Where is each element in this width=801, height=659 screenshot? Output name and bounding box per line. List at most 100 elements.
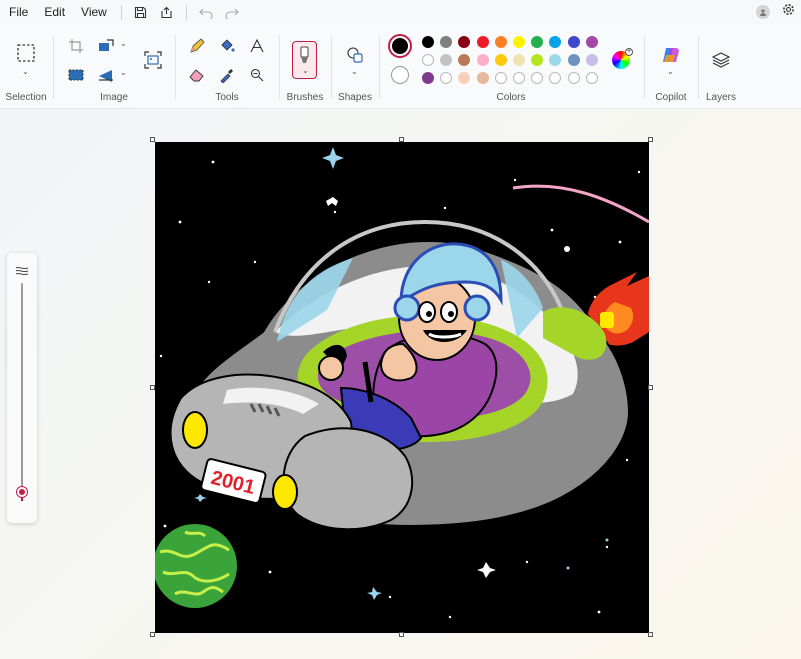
chevron-down-icon[interactable]: ⌄ [120, 39, 127, 48]
image-generator-icon[interactable] [141, 48, 165, 72]
color-swatch[interactable] [440, 54, 453, 66]
color-swatch[interactable] [494, 72, 507, 84]
drawing-canvas[interactable]: 2001 [155, 142, 649, 633]
menu-bar: File Edit View [0, 0, 801, 25]
sparkle [322, 147, 344, 169]
resize-handle[interactable] [399, 632, 404, 637]
redo-icon[interactable] [219, 0, 245, 25]
brush-size-panel [7, 253, 37, 523]
color-swatch[interactable] [549, 72, 562, 84]
copilot-label: Copilot [655, 92, 687, 103]
color-swatch[interactable] [549, 54, 562, 66]
eraser-icon[interactable] [185, 63, 209, 87]
shapes-icon[interactable] [343, 43, 367, 67]
chevron-down-icon[interactable]: ⌄ [351, 67, 358, 76]
color-swatch[interactable] [531, 36, 544, 48]
color-swatch[interactable] [476, 36, 489, 48]
secondary-color-button[interactable] [391, 66, 409, 84]
primary-color-button[interactable] [388, 34, 412, 58]
brush-size-icon [15, 263, 29, 281]
menu-separator [185, 5, 187, 20]
color-swatch[interactable] [422, 36, 434, 48]
color-picker-icon[interactable] [215, 63, 239, 87]
color-swatch[interactable] [567, 72, 580, 84]
color-swatch[interactable] [585, 36, 598, 48]
text-icon[interactable] [245, 34, 269, 58]
color-swatch[interactable] [531, 54, 544, 66]
resize-handle[interactable] [399, 137, 404, 142]
fill-bucket-icon[interactable] [215, 34, 239, 58]
resize-handle[interactable] [648, 137, 653, 142]
layers-icon[interactable] [709, 48, 733, 72]
ribbon-toolbar: ⌄ Selection ⌄ ⌄ Image Tools ⌄ Brushes ⌄ … [0, 25, 801, 109]
resize-icon[interactable] [94, 34, 118, 58]
color-swatch[interactable] [567, 54, 580, 66]
color-swatch[interactable] [494, 36, 507, 48]
color-swatch[interactable] [549, 36, 562, 48]
resize-handle[interactable] [150, 632, 155, 637]
color-swatch[interactable] [440, 72, 453, 84]
menu-edit[interactable]: Edit [36, 0, 73, 25]
resize-handle[interactable] [150, 385, 155, 390]
menu-file[interactable]: File [1, 0, 36, 25]
magnifier-icon[interactable] [245, 63, 269, 87]
plus-icon: + [625, 48, 633, 56]
select-rectangle-icon[interactable] [14, 41, 38, 65]
save-icon[interactable] [128, 0, 154, 25]
tools-group: Tools [176, 25, 278, 109]
brush-selector-button[interactable]: ⌄ [292, 41, 317, 79]
primary-color-swatch [392, 38, 408, 54]
color-swatch[interactable] [476, 72, 489, 84]
chevron-down-icon[interactable]: ⌄ [22, 67, 29, 76]
sparkle [477, 562, 496, 578]
color-swatch[interactable] [458, 36, 471, 48]
color-swatch[interactable] [513, 36, 525, 48]
color-swatch[interactable] [440, 36, 453, 48]
color-swatch[interactable] [585, 72, 598, 84]
gear-icon[interactable] [782, 3, 795, 21]
image-group: ⌄ ⌄ Image [54, 25, 174, 109]
crop-icon[interactable] [64, 34, 88, 58]
selection-group: ⌄ Selection [0, 25, 52, 109]
color-swatch[interactable] [531, 72, 544, 84]
resize-handle[interactable] [648, 385, 653, 390]
brush-size-thumb[interactable] [17, 487, 27, 498]
planet [155, 524, 237, 608]
image-select-icon[interactable] [64, 63, 88, 87]
menu-separator [120, 5, 122, 20]
resize-handle[interactable] [648, 632, 653, 637]
color-swatch[interactable] [422, 72, 434, 84]
color-swatch[interactable] [458, 54, 471, 66]
color-swatch[interactable] [494, 54, 507, 66]
brush-size-track[interactable] [21, 283, 23, 501]
edit-colors-button[interactable]: + [612, 48, 633, 69]
color-swatch[interactable] [458, 72, 471, 84]
rotate-icon[interactable] [94, 63, 118, 87]
resize-handle[interactable] [150, 137, 155, 142]
chevron-down-icon[interactable]: ⌄ [120, 68, 127, 77]
color-swatch[interactable] [567, 36, 580, 48]
layers-label: Layers [705, 92, 736, 103]
copilot-icon[interactable] [659, 43, 683, 67]
share-icon[interactable] [154, 0, 180, 25]
color-swatch[interactable] [513, 72, 525, 84]
tools-label: Tools [215, 92, 239, 103]
color-swatch[interactable] [585, 54, 598, 66]
chevron-down-icon[interactable]: ⌄ [667, 67, 674, 76]
image-label: Image [100, 92, 128, 103]
color-swatch[interactable] [513, 54, 525, 66]
pencil-icon[interactable] [185, 34, 209, 58]
undo-icon[interactable] [193, 0, 219, 25]
shooting-star [512, 184, 649, 224]
shapes-label: Shapes [338, 92, 372, 103]
chevron-down-icon: ⌄ [302, 66, 309, 75]
brushes-group: ⌄ Brushes [280, 25, 330, 109]
avatar-icon[interactable] [756, 5, 770, 19]
shapes-group: ⌄ Shapes [332, 25, 378, 109]
layers-group: Layers [699, 25, 743, 109]
brushes-label: Brushes [286, 92, 324, 103]
colors-group: + Colors [380, 25, 642, 109]
menu-view[interactable]: View [73, 0, 115, 25]
color-swatch[interactable] [422, 54, 434, 66]
color-swatch[interactable] [476, 54, 489, 66]
